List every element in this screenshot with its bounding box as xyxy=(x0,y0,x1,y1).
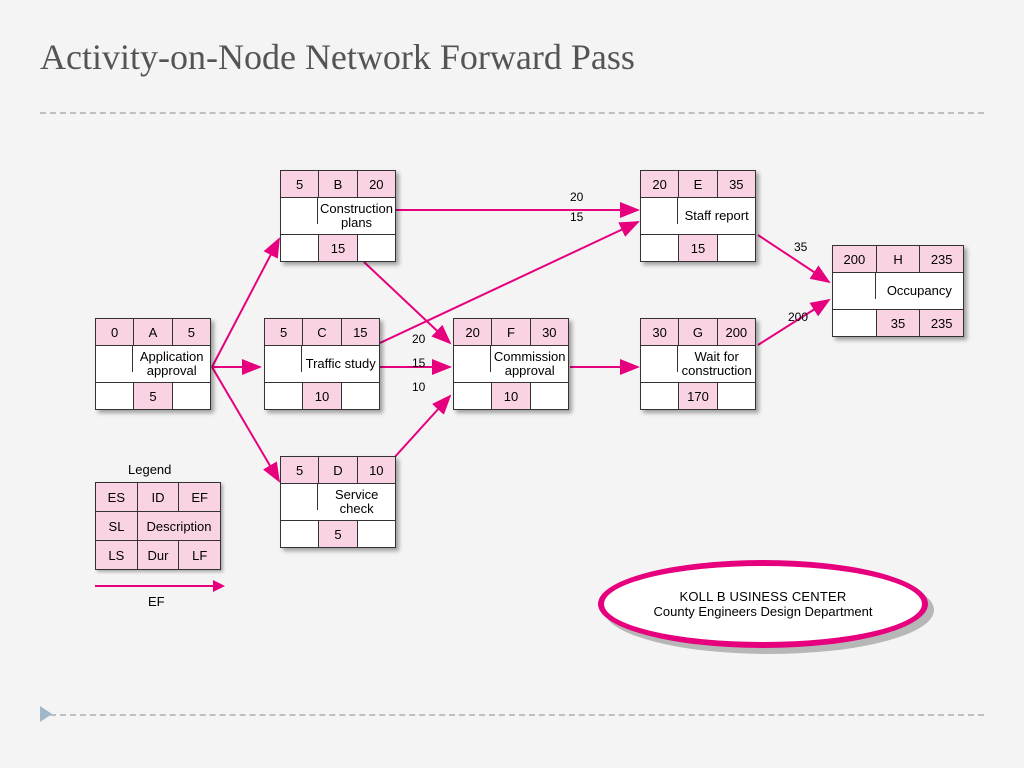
legend-box: ESIDEF SLDescription LSDurLF xyxy=(95,482,221,570)
legend-ef-label: EF xyxy=(148,594,165,609)
edge-label: 20 xyxy=(412,332,425,346)
network-diagram: 20 15 20 15 10 35 200 0A5 Application ap… xyxy=(0,0,1024,768)
edge-label: 200 xyxy=(788,310,808,324)
org-badge-line1: KOLL B USINESS CENTER xyxy=(680,589,847,604)
activity-node-c: 5C15 Traffic study 10 xyxy=(264,318,380,410)
edge-label: 20 xyxy=(570,190,583,204)
edge-label: 15 xyxy=(570,210,583,224)
edge-label: 10 xyxy=(412,380,425,394)
activity-node-h: 200H235 Occupancy 35235 xyxy=(832,245,964,337)
org-badge: KOLL B USINESS CENTER County Engineers D… xyxy=(598,560,928,648)
activity-node-b: 5B20 Construction plans 15 xyxy=(280,170,396,262)
legend-ef-arrow xyxy=(95,576,225,596)
edge-label: 35 xyxy=(794,240,807,254)
legend-title: Legend xyxy=(128,462,171,477)
edge-label: 15 xyxy=(412,356,425,370)
activity-node-f: 20F30 Commission approval 10 xyxy=(453,318,569,410)
org-badge-line2: County Engineers Design Department xyxy=(654,604,873,619)
activity-node-a: 0A5 Application approval 5 xyxy=(95,318,211,410)
activity-node-g: 30G200 Wait for construction 170 xyxy=(640,318,756,410)
activity-node-d: 5D10 Service check 5 xyxy=(280,456,396,548)
activity-node-e: 20E35 Staff report 15 xyxy=(640,170,756,262)
